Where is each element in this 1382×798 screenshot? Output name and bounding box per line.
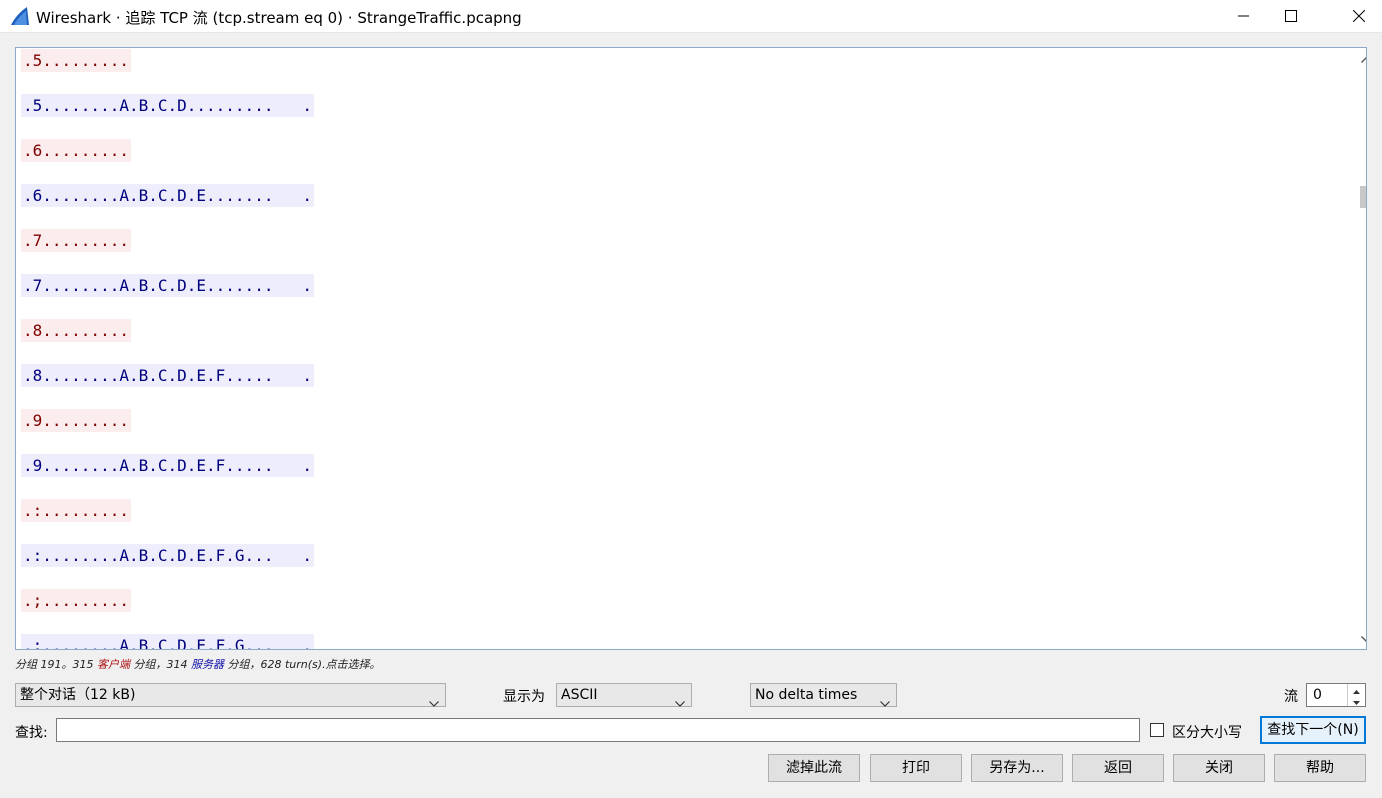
maximize-icon bbox=[1285, 10, 1297, 22]
server-stream-line[interactable]: .8........A.B.C.D.E.F..... . bbox=[21, 364, 314, 387]
show-as-label: 显示为 bbox=[503, 689, 545, 705]
status-client-word[interactable]: 客户端 bbox=[97, 658, 130, 671]
save-as-button[interactable]: 另存为... bbox=[971, 754, 1063, 782]
show-as-select[interactable]: ASCII bbox=[556, 683, 692, 707]
chevron-down-icon bbox=[1361, 630, 1366, 646]
close-button[interactable]: 关闭 bbox=[1173, 754, 1265, 782]
minimize-button[interactable] bbox=[1221, 0, 1267, 32]
stream-status: 分组 191。315 客户端 分组，314 服务器 分组，628 turn(s)… bbox=[15, 656, 381, 672]
scroll-thumb[interactable] bbox=[1360, 186, 1366, 208]
status-middle: 分组，314 bbox=[129, 658, 191, 671]
stream-text-view[interactable]: .5......... .5........A.B.C.D......... ..… bbox=[15, 47, 1367, 650]
scroll-down-button[interactable] bbox=[1356, 627, 1366, 649]
spin-buttons bbox=[1347, 684, 1365, 706]
stream-number-spinbox[interactable]: 0 bbox=[1306, 683, 1366, 707]
window-title: Wireshark · 追踪 TCP 流 (tcp.stream eq 0) ·… bbox=[36, 9, 522, 27]
delta-times-select[interactable]: No delta times bbox=[750, 683, 897, 707]
vertical-scrollbar[interactable] bbox=[1356, 48, 1366, 649]
maximize-button[interactable] bbox=[1268, 0, 1314, 32]
status-suffix: 分组，628 turn(s).点击选择。 bbox=[223, 658, 381, 671]
client-stream-line[interactable]: .8......... bbox=[21, 319, 131, 342]
client-stream-line[interactable]: .7......... bbox=[21, 229, 131, 252]
server-stream-line[interactable]: .:........A.B.C.D.E.F.G... . bbox=[21, 544, 314, 567]
find-input[interactable] bbox=[56, 718, 1140, 742]
wireshark-fin-icon bbox=[10, 6, 30, 26]
server-stream-line[interactable]: .6........A.B.C.D.E....... . bbox=[21, 184, 314, 207]
help-button[interactable]: 帮助 bbox=[1274, 754, 1366, 782]
server-stream-line[interactable]: .9........A.B.C.D.E.F..... . bbox=[21, 454, 314, 477]
stream-number-value: 0 bbox=[1313, 687, 1322, 703]
chevron-down-icon bbox=[429, 692, 439, 714]
case-sensitive-checkbox[interactable] bbox=[1150, 723, 1164, 737]
chevron-down-icon bbox=[675, 692, 685, 714]
find-next-button[interactable]: 查找下一个(N) bbox=[1260, 716, 1366, 744]
spin-down-button[interactable] bbox=[1348, 695, 1365, 706]
client-stream-line[interactable]: .9......... bbox=[21, 409, 131, 432]
client-stream-line[interactable]: .;......... bbox=[21, 589, 131, 612]
back-button[interactable]: 返回 bbox=[1072, 754, 1164, 782]
client-stream-line[interactable]: .6......... bbox=[21, 139, 131, 162]
caret-down-icon bbox=[1353, 690, 1360, 712]
close-window-button[interactable] bbox=[1336, 0, 1382, 32]
case-sensitive-label[interactable]: 区分大小写 bbox=[1172, 722, 1242, 742]
print-button[interactable]: 打印 bbox=[870, 754, 962, 782]
delta-times-select-value: No delta times bbox=[755, 687, 858, 703]
minimize-icon bbox=[1238, 10, 1250, 22]
chevron-up-icon bbox=[1361, 51, 1366, 67]
close-icon bbox=[1353, 10, 1365, 22]
conversation-select[interactable]: 整个对话（12 kB) bbox=[15, 683, 446, 707]
filter-out-stream-button[interactable]: 滤掉此流 bbox=[768, 754, 860, 782]
show-as-select-value: ASCII bbox=[561, 687, 598, 703]
server-stream-line[interactable]: .5........A.B.C.D......... . bbox=[21, 94, 314, 117]
conversation-select-value: 整个对话（12 kB) bbox=[20, 687, 136, 703]
stream-label: 流 bbox=[1284, 689, 1298, 705]
find-label: 查找: bbox=[15, 725, 48, 741]
scroll-up-button[interactable] bbox=[1356, 48, 1366, 70]
client-stream-line[interactable]: .5......... bbox=[21, 49, 131, 72]
server-stream-line[interactable]: .;........A.B.C.D.E.F.G... . bbox=[21, 634, 314, 649]
status-prefix: 分组 191。315 bbox=[15, 658, 97, 671]
chevron-down-icon bbox=[880, 692, 890, 714]
client-stream-line[interactable]: .:......... bbox=[21, 499, 131, 522]
server-stream-line[interactable]: .7........A.B.C.D.E....... . bbox=[21, 274, 314, 297]
title-bar: Wireshark · 追踪 TCP 流 (tcp.stream eq 0) ·… bbox=[0, 0, 1382, 33]
status-server-word[interactable]: 服务器 bbox=[191, 658, 224, 671]
